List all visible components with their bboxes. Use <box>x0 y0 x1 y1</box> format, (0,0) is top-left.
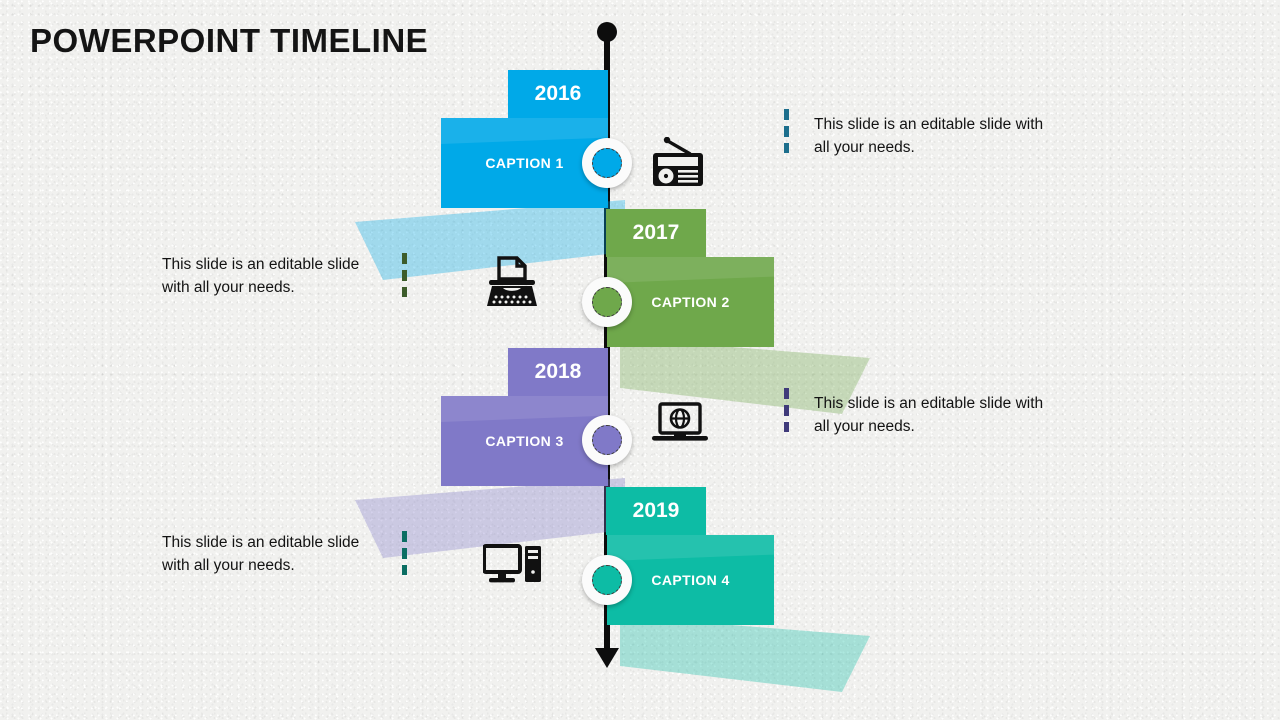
year-tab-2018: 2018 <box>508 348 608 396</box>
description-text-2018: This slide is an editable slide with all… <box>814 392 1044 438</box>
year-tab-2016: 2016 <box>508 70 608 118</box>
laptop-globe-icon <box>648 396 712 452</box>
caption-label: CAPTION 4 <box>651 572 730 588</box>
caption-label: CAPTION 2 <box>651 294 730 310</box>
slide-canvas: POWERPOINT TIMELINE 2016 CAPTION 1 This … <box>0 0 1280 720</box>
timeline-end-arrow-icon <box>595 648 619 668</box>
caption-box-2017[interactable]: CAPTION 2 <box>607 257 774 347</box>
marker-core <box>592 425 622 455</box>
accent-dash-bar-2016 <box>784 109 789 157</box>
caption-box-2019[interactable]: CAPTION 4 <box>607 535 774 625</box>
year-label: 2018 <box>534 360 582 383</box>
caption-sheen <box>607 535 774 561</box>
description-label: This slide is an editable slide with all… <box>814 116 1044 156</box>
marker-core <box>592 565 622 595</box>
caption-sheen <box>607 257 774 283</box>
caption-sheen <box>441 118 608 144</box>
typewriter-icon <box>480 255 544 311</box>
accent-dash-bar-2018 <box>784 388 789 436</box>
description-label: This slide is an editable slide with all… <box>162 534 360 574</box>
description-text-2016: This slide is an editable slide with all… <box>814 113 1044 159</box>
year-tab-2019: 2019 <box>606 487 706 535</box>
caption-label: CAPTION 1 <box>485 155 564 171</box>
accent-dash-bar-2017 <box>402 253 407 301</box>
radio-icon <box>647 135 711 191</box>
caption-sheen <box>441 396 608 422</box>
timeline-marker-2018[interactable] <box>582 415 632 465</box>
description-label: This slide is an editable slide with all… <box>814 395 1044 435</box>
timeline-row-2018[interactable]: 2018 CAPTION 3 This slide is an editable… <box>0 338 1280 558</box>
timeline-row-2017[interactable]: 2017 CAPTION 2 This slide is an editable… <box>0 200 1280 414</box>
timeline-row-2016[interactable]: 2016 CAPTION 1 This slide is an editable… <box>0 60 1280 280</box>
year-tab-2017: 2017 <box>606 209 706 257</box>
year-label: 2016 <box>534 82 582 105</box>
marker-core <box>592 287 622 317</box>
description-text-2017: This slide is an editable slide with all… <box>162 253 384 299</box>
timeline-marker-2016[interactable] <box>582 138 632 188</box>
timeline-row-2019[interactable]: 2019 CAPTION 4 This slide is an editable… <box>0 478 1280 692</box>
page-title: POWERPOINT TIMELINE <box>30 22 429 59</box>
description-text-2019: This slide is an editable slide with all… <box>162 531 384 577</box>
year-label: 2017 <box>632 221 680 244</box>
description-label: This slide is an editable slide with all… <box>162 256 360 296</box>
ribbon-shadow-2019 <box>620 616 870 692</box>
accent-dash-bar-2019 <box>402 531 407 579</box>
timeline-marker-2017[interactable] <box>582 277 632 327</box>
desktop-computer-icon <box>481 538 545 594</box>
caption-label: CAPTION 3 <box>485 433 564 449</box>
marker-core <box>592 148 622 178</box>
timeline-marker-2019[interactable] <box>582 555 632 605</box>
year-label: 2019 <box>632 499 680 522</box>
